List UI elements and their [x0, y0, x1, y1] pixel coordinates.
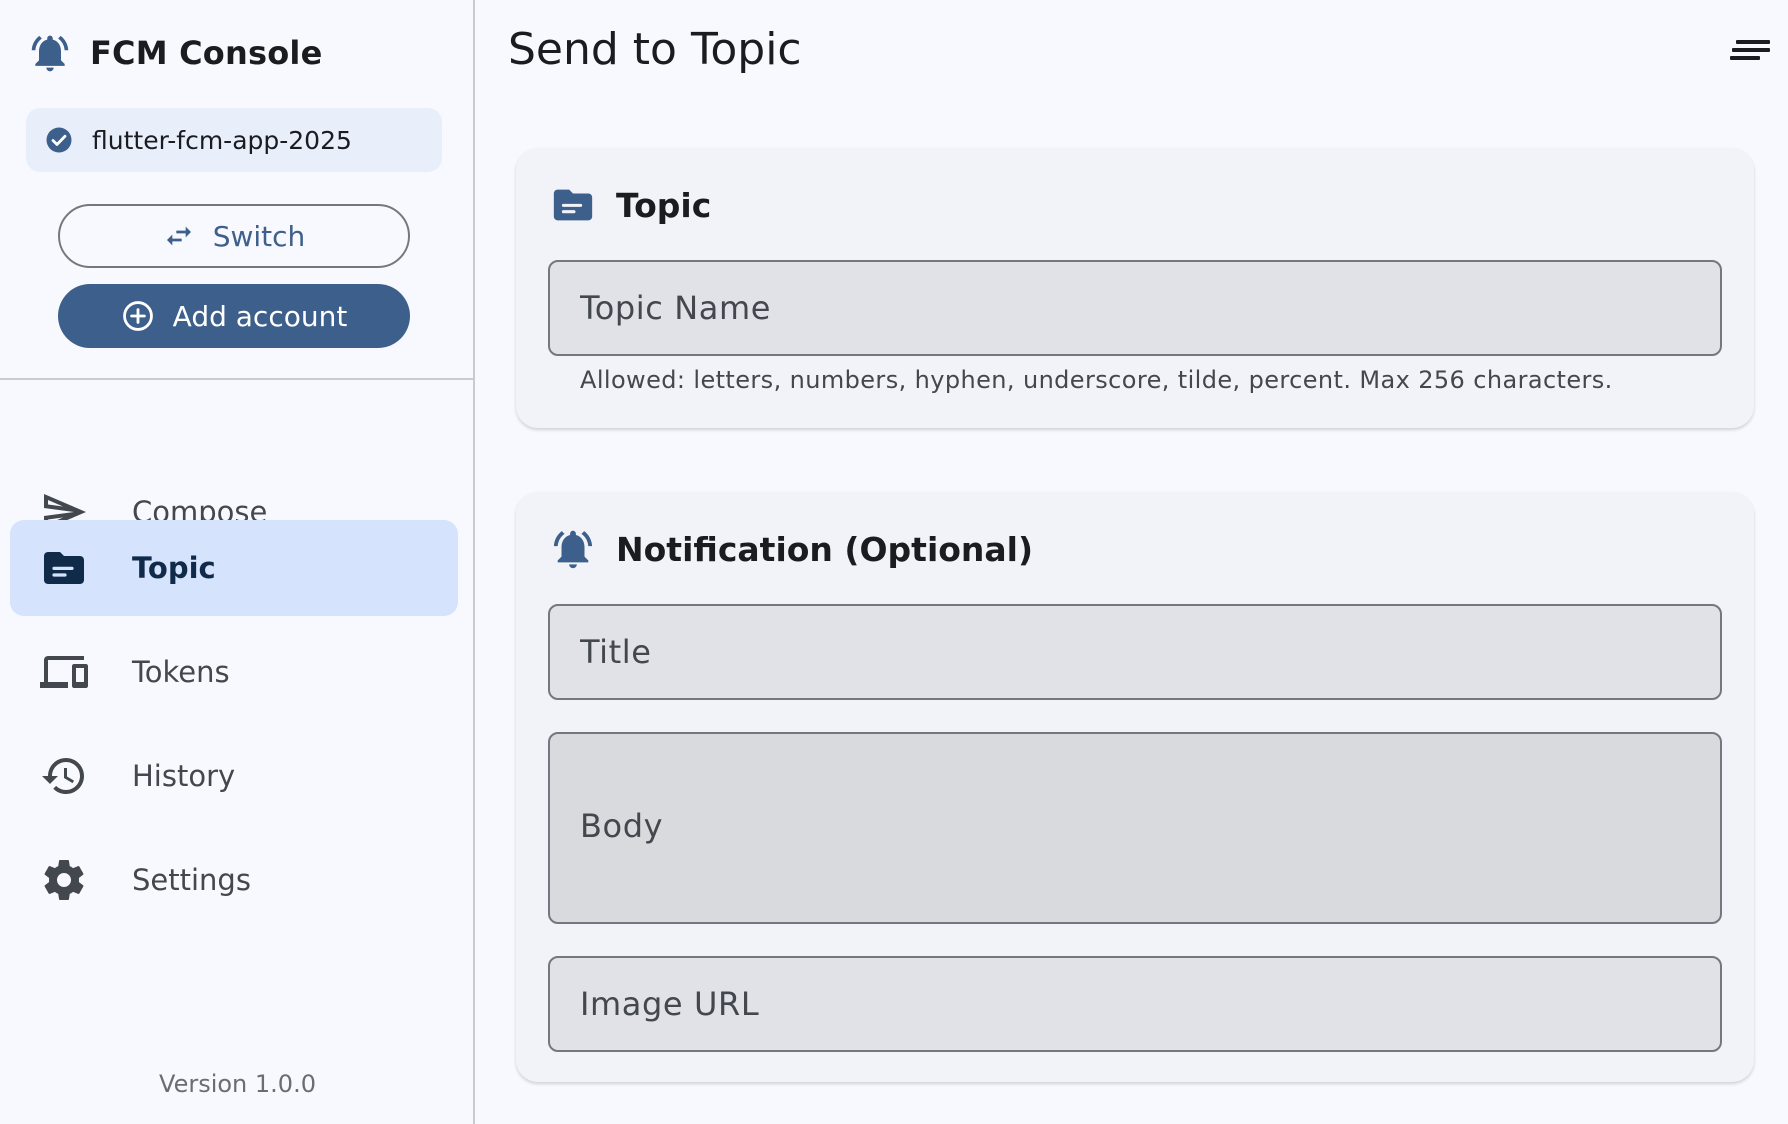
notification-body-input[interactable]: [548, 732, 1722, 924]
sidebar-item-topic[interactable]: Topic: [10, 520, 458, 616]
topic-card: Topic Allowed: letters, numbers, hyphen,…: [516, 148, 1754, 428]
check-circle-icon: [46, 127, 72, 153]
sidebar-item-label: Settings: [132, 863, 251, 897]
devices-icon: [40, 656, 88, 688]
notification-card-header: Notification (Optional): [550, 526, 1033, 572]
bell-icon: [31, 35, 69, 72]
notification-card-title: Notification (Optional): [616, 529, 1034, 569]
notification-image-url-input[interactable]: [548, 956, 1722, 1052]
gear-icon: [44, 860, 84, 900]
topic-folder-icon: [44, 552, 84, 584]
add-circle-icon: [122, 301, 153, 331]
topic-card-title: Topic: [616, 185, 712, 225]
menu-icon[interactable]: [1728, 34, 1772, 70]
topic-name-input[interactable]: [548, 260, 1722, 356]
switch-label: Switch: [212, 219, 306, 253]
project-name: flutter-fcm-app-2025: [92, 125, 352, 155]
swap-icon: [166, 226, 191, 246]
notification-title-input[interactable]: [548, 604, 1722, 700]
sidebar-item-tokens[interactable]: Tokens: [10, 624, 458, 720]
topic-card-header: Topic: [550, 182, 711, 228]
topic-folder-icon: [553, 189, 593, 221]
bell-icon: [553, 530, 593, 569]
brand: FCM Console: [28, 28, 322, 78]
version-label: Version 1.0.0: [159, 1070, 316, 1098]
notification-card: Notification (Optional): [516, 492, 1754, 1082]
history-icon: [42, 758, 84, 794]
sidebar: FCM Console flutter-fcm-app-2025 Switch …: [0, 0, 475, 1124]
sidebar-item-history[interactable]: History: [10, 728, 458, 824]
add-account-button[interactable]: Add account: [58, 284, 410, 348]
sidebar-item-label: Topic: [132, 551, 216, 585]
add-account-label: Add account: [172, 299, 348, 333]
page-title: Send to Topic: [508, 24, 802, 75]
sidebar-divider: [0, 378, 475, 380]
switch-button[interactable]: Switch: [58, 204, 410, 268]
app-title: FCM Console: [90, 34, 323, 72]
sidebar-item-label: Tokens: [132, 655, 230, 689]
project-chip[interactable]: flutter-fcm-app-2025: [26, 108, 442, 172]
sidebar-item-settings[interactable]: Settings: [10, 832, 458, 928]
sidebar-item-label: History: [132, 759, 236, 793]
topic-helper-text: Allowed: letters, numbers, hyphen, under…: [580, 366, 1613, 394]
